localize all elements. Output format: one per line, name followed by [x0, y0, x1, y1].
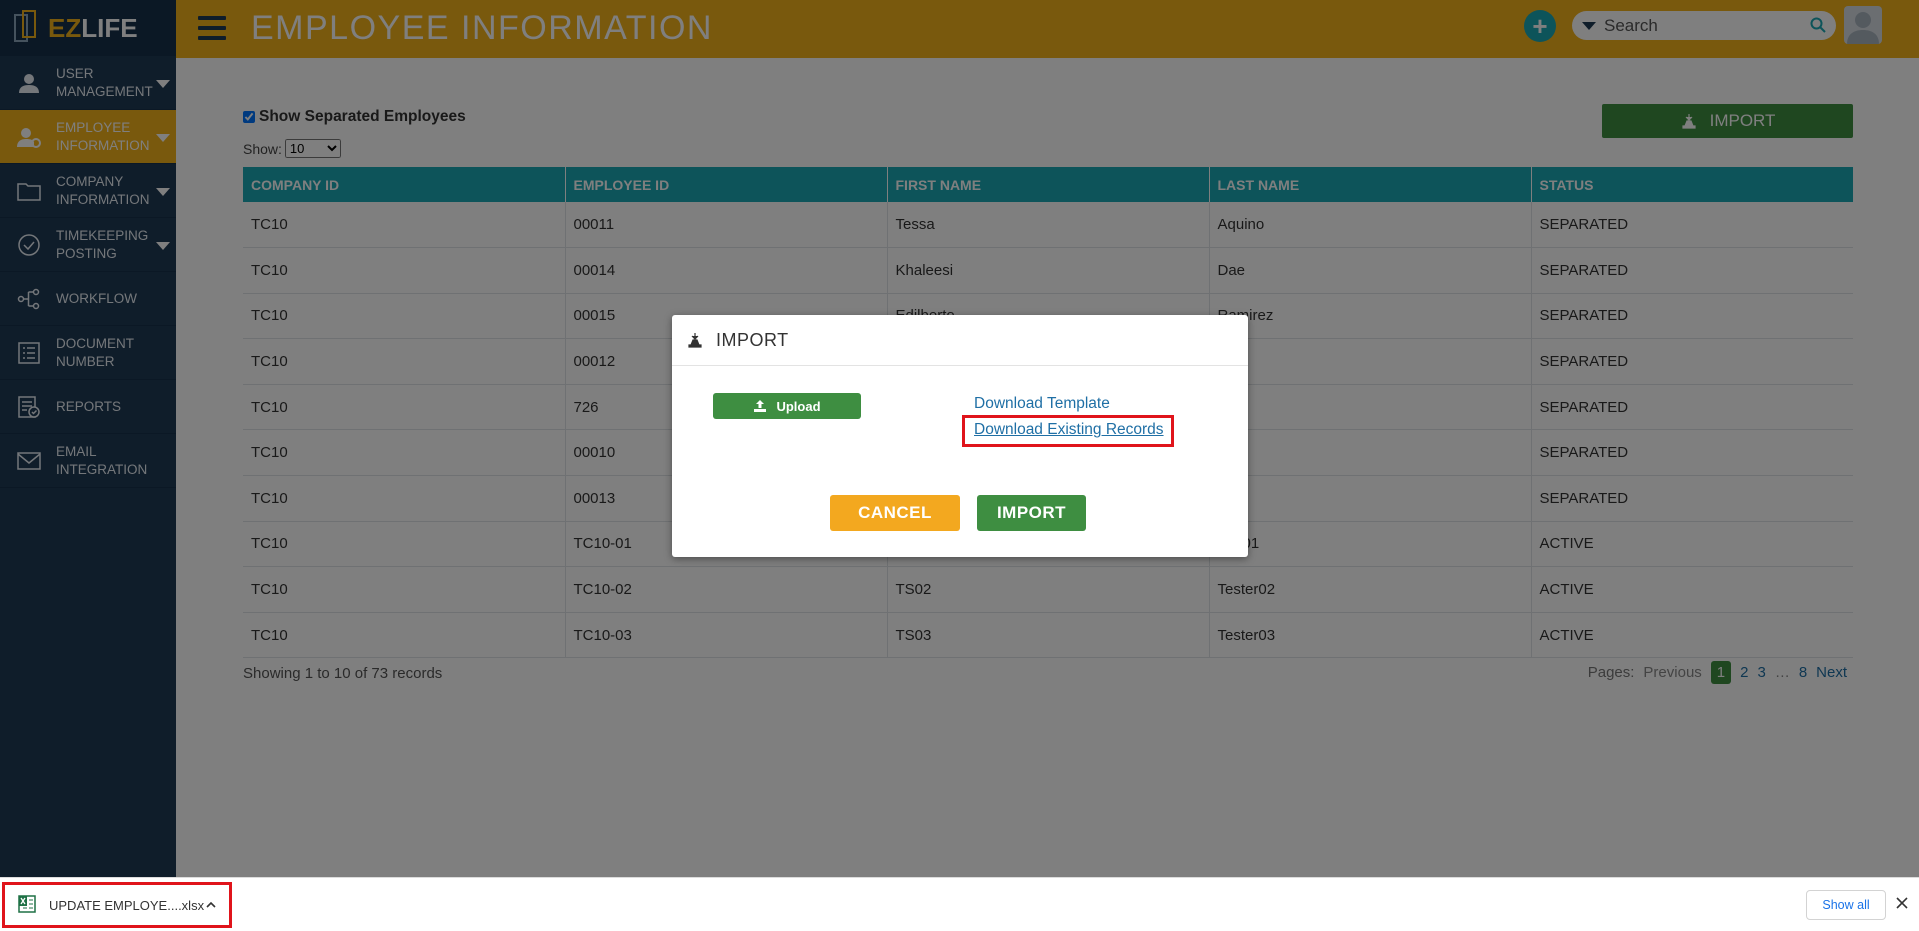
modal-header: IMPORT — [672, 315, 1248, 366]
modal-import-button[interactable]: IMPORT — [977, 495, 1086, 531]
chevron-up-icon[interactable] — [204, 898, 218, 912]
cancel-button[interactable]: CANCEL — [830, 495, 960, 531]
excel-file-icon — [18, 895, 36, 913]
upload-button-label: Upload — [776, 398, 821, 414]
import-modal: IMPORT Upload Download Template Download… — [672, 315, 1248, 557]
download-bar: UPDATE EMPLOYE....xlsx Show all — [0, 877, 1919, 931]
download-template-link[interactable]: Download Template — [974, 395, 1110, 413]
upload-icon — [753, 399, 767, 413]
import-icon — [686, 331, 704, 349]
download-file-name[interactable]: UPDATE EMPLOYE....xlsx — [49, 898, 204, 913]
close-icon[interactable] — [1894, 895, 1910, 911]
upload-button[interactable]: Upload — [713, 393, 861, 419]
download-existing-records-link[interactable]: Download Existing Records — [974, 421, 1164, 439]
show-all-button[interactable]: Show all — [1806, 890, 1886, 920]
modal-title: IMPORT — [716, 329, 789, 350]
